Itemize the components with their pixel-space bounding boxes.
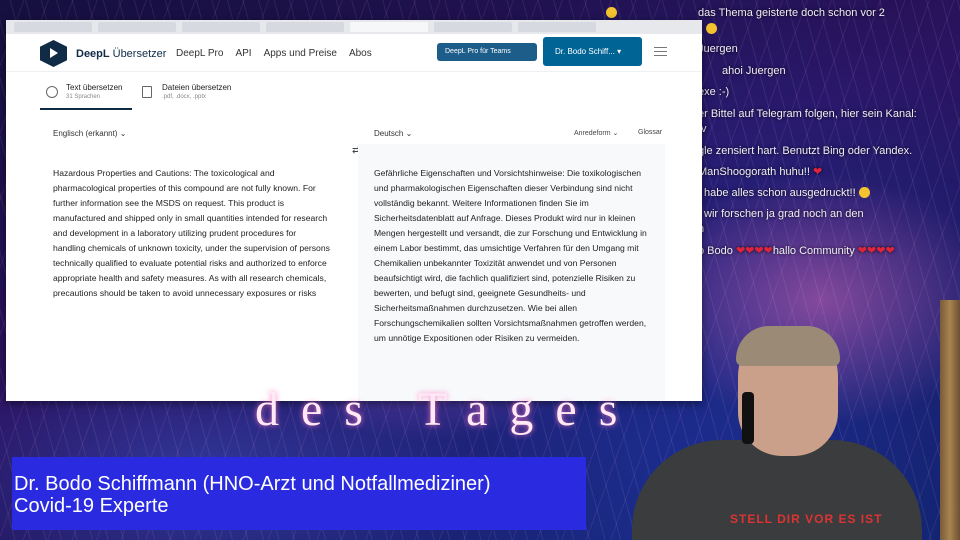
deepl-header: DeepL Übersetzer DeepL Pro API Apps und P… [6,34,702,72]
curtain [940,300,960,540]
show-title: des Tages [255,383,640,436]
nav-apps-preise[interactable]: Apps und Preise [264,48,337,59]
target-language: Deutsch [374,129,404,138]
headset-mic-icon [742,392,754,444]
presenter-hair [736,326,840,366]
product-name: Übersetzer [112,48,167,60]
team-button[interactable]: DeepL Pro für Teams [437,43,537,61]
main-nav: DeepL Pro API Apps und Preise Abos [176,48,372,59]
account-name: Dr. Bodo Schiff... [555,47,615,56]
chat-message-text: o Bodo [698,245,733,257]
mode-title: Text übersetzen [66,83,123,92]
browser-tab-active[interactable] [350,22,428,32]
browser-tab[interactable] [434,22,512,32]
chevron-down-icon: ⌄ [405,129,413,138]
account-button[interactable]: Dr. Bodo Schiff... ▾ [543,37,642,66]
banner-name: Dr. Bodo Schiffmann (HNO-Arzt und Notfal… [14,473,491,495]
chat-message: Juergen [698,43,738,55]
chat-message: das Thema geisterte doch schon vor 2 [698,7,885,19]
tab-text-translate[interactable]: Text übersetzen 31 Sprachen [40,78,132,110]
hearts-icon: ❤❤❤❤ [735,245,773,257]
banner-role: Covid-19 Experte [14,495,169,517]
target-text-output: Gefährliche Eigenschaften und Vorsichtsh… [374,168,647,343]
browser-window: DeepL Übersetzer DeepL Pro API Apps und P… [6,20,702,401]
lower-third-banner: Dr. Bodo Schiffmann (HNO-Arzt und Notfal… [12,457,586,530]
target-panel: Deutsch ⌄ Anredeform ⌄ Glossar Gefährlic… [358,129,665,401]
chat-message: ahoi Juergen [722,65,786,77]
browser-tab[interactable] [182,22,260,32]
chat-message: gle zensiert hart. Benutzt Bing oder Yan… [698,145,913,157]
browser-tab-bar [6,20,702,34]
source-language: Englisch (erkannt) [53,129,118,138]
browser-tab[interactable] [98,22,176,32]
chat-message-text: habe alles schon ausgedruckt!! [704,187,856,199]
nav-deepl-pro[interactable]: DeepL Pro [176,48,223,59]
browser-tab[interactable] [518,22,596,32]
emoji-icon [706,23,717,34]
chat-message: exe :-) [698,86,730,98]
chat-message-text: hallo Community [772,245,855,257]
chevron-down-icon: ▾ [617,47,622,56]
mode-subtitle: 31 Sprachen [66,94,101,100]
brand[interactable]: DeepL Übersetzer [76,48,166,60]
glossary-button[interactable]: Glossar [638,129,662,136]
mode-title: Dateien übersetzen [162,83,232,92]
brand-name: DeepL [76,48,110,60]
chat-message-text: ManShoogorath huhu!! [698,166,810,178]
source-panel: Englisch (erkannt) ⌄ Hazardous Propertie… [43,129,353,401]
source-language-select[interactable]: Englisch (erkannt) ⌄ [53,129,126,138]
chevron-down-icon: ⌄ [612,130,619,137]
document-icon [142,86,152,98]
chevron-down-icon: ⌄ [119,129,127,138]
mode-tabs: Text übersetzen 31 Sprachen Dateien über… [40,78,232,110]
source-text-input[interactable]: Hazardous Properties and Cautions: The t… [53,166,331,301]
emoji-icon [858,187,870,198]
chat-message: wir forschen ja grad noch an den [704,208,864,220]
shirt-print: STELL DIR VOR ES IST [730,512,883,526]
chat-message: o Bodo ❤❤❤❤hallo Community ❤❤❤❤ [698,244,895,258]
formality-select[interactable]: Anredeform ⌄ [574,129,618,137]
nav-abos[interactable]: Abos [349,48,372,59]
chat-message: ManShoogorath huhu!! ❤ [698,165,822,179]
mode-subtitle: .pdf, .docx, .pptx [162,94,207,100]
target-language-select[interactable]: Deutsch ⌄ [374,129,412,138]
browser-tab[interactable] [266,22,344,32]
chat-message: er Bittel auf Telegram folgen, hier sein… [698,108,917,120]
heart-icon: ❤ [812,166,823,178]
nav-api[interactable]: API [235,48,251,59]
chat-overlay: das Thema geisterte doch schon vor 2 Jue… [606,0,960,270]
browser-tab[interactable] [14,22,92,32]
hamburger-menu-icon[interactable] [654,47,667,56]
tab-file-translate[interactable]: Dateien übersetzen .pdf, .docx, .pptx [136,78,232,110]
hearts-icon: ❤❤❤❤ [857,245,895,257]
emoji-icon [606,7,617,18]
chat-message: habe alles schon ausgedruckt!! [704,186,870,200]
formality-label: Anredeform [574,130,611,137]
globe-icon [46,86,58,98]
deepl-logo-icon[interactable] [40,40,67,67]
